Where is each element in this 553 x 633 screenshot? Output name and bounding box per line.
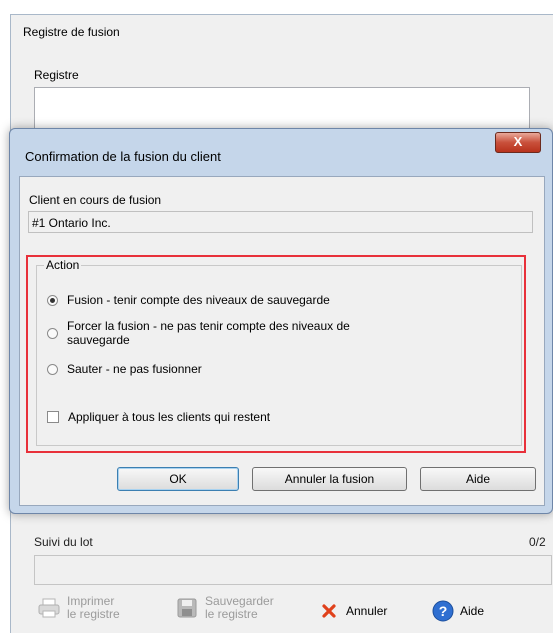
help-label: Aide xyxy=(460,603,485,618)
radio-indicator xyxy=(47,328,58,339)
radio-label: Sauter - ne pas fusionner xyxy=(67,362,202,376)
save-log-button[interactable]: Sauvegarder le registre xyxy=(177,595,274,621)
print-log-button[interactable]: Imprimer le registre xyxy=(37,595,120,621)
client-label: Client en cours de fusion xyxy=(29,193,162,207)
cancel-button[interactable]: Annuler xyxy=(321,603,387,619)
help-button[interactable]: ? Aide xyxy=(432,600,484,622)
radio-label: Fusion - tenir compte des niveaux de sau… xyxy=(67,293,330,307)
save-log-label-2: le registre xyxy=(205,607,258,621)
window-title: Registre de fusion xyxy=(23,25,120,39)
ok-button[interactable]: OK xyxy=(117,467,239,491)
radio-label: Forcer la fusion - ne pas tenir compte d… xyxy=(67,319,350,347)
merge-confirmation-dialog: Confirmation de la fusion du client X Cl… xyxy=(9,128,553,514)
close-button[interactable]: X xyxy=(495,132,541,153)
radio-indicator xyxy=(47,295,58,306)
svg-text:?: ? xyxy=(439,603,448,619)
apply-all-checkbox[interactable]: Appliquer à tous les clients qui restent xyxy=(47,410,270,424)
cancel-merge-button[interactable]: Annuler la fusion xyxy=(252,467,407,491)
progress-label: Suivi du lot xyxy=(34,535,93,549)
dialog-title: Confirmation de la fusion du client xyxy=(25,149,221,164)
progress-count: 0/2 xyxy=(529,535,546,549)
floppy-disk-icon xyxy=(177,598,197,618)
printer-icon xyxy=(38,598,60,618)
radio-skip[interactable]: Sauter - ne pas fusionner xyxy=(47,362,202,376)
dialog-help-button[interactable]: Aide xyxy=(420,467,536,491)
help-question-icon: ? xyxy=(432,600,454,622)
radio-indicator xyxy=(47,364,58,375)
action-group-label: Action xyxy=(44,258,82,272)
client-field: #1 Ontario Inc. xyxy=(28,211,533,233)
checkbox-label: Appliquer à tous les clients qui restent xyxy=(68,410,271,424)
cancel-x-icon xyxy=(322,604,336,618)
radio-force-merge[interactable]: Forcer la fusion - ne pas tenir compte d… xyxy=(47,319,367,347)
progress-bar xyxy=(34,555,552,585)
register-label: Registre xyxy=(34,68,79,82)
radio-merge-respect-levels[interactable]: Fusion - tenir compte des niveaux de sau… xyxy=(47,293,330,307)
checkbox-indicator xyxy=(47,411,59,423)
cancel-label: Annuler xyxy=(346,603,388,618)
print-log-label-2: le registre xyxy=(67,607,120,621)
